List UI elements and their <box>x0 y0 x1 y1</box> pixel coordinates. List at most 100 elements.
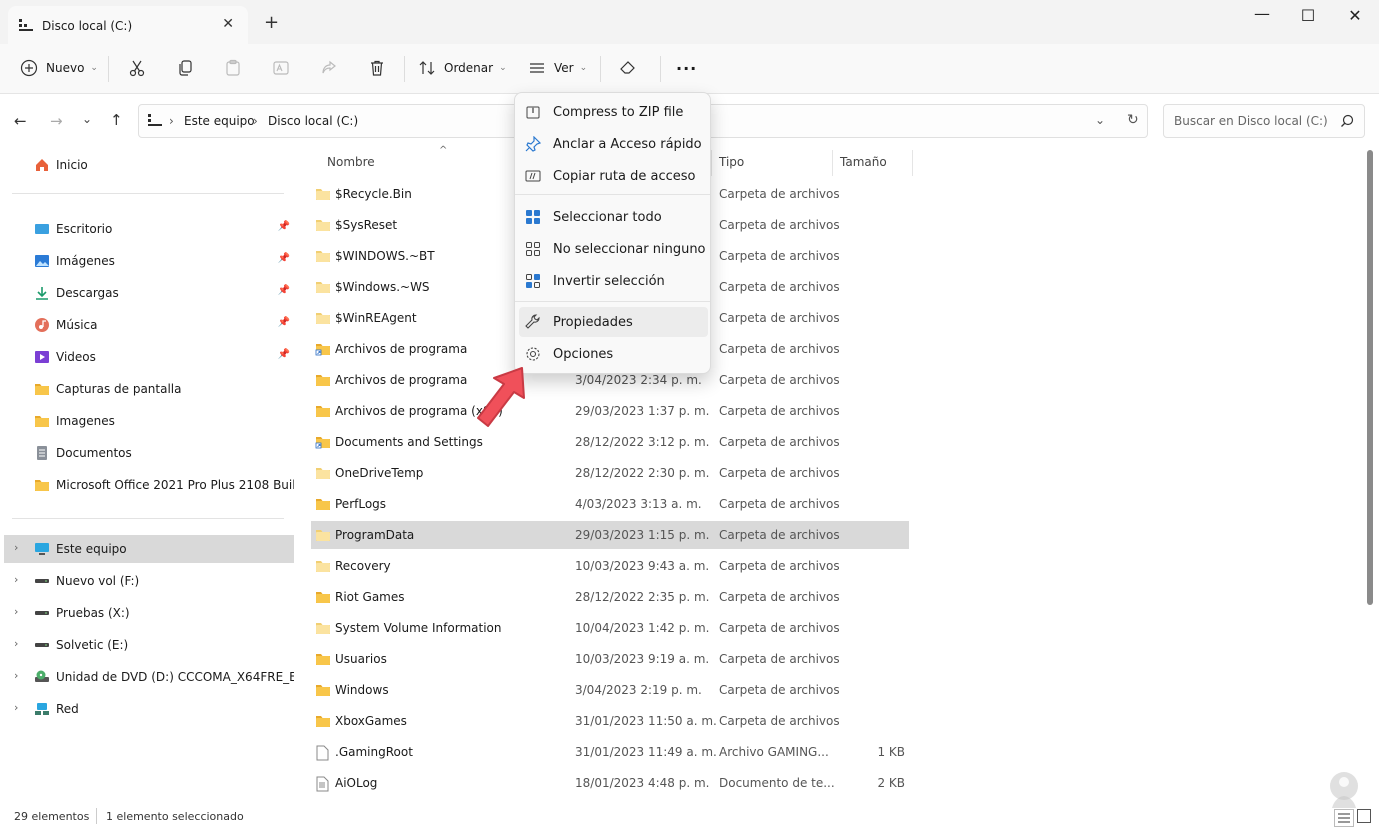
sidebar-item-3[interactable]: Música 📌 <box>10 311 294 339</box>
close-tab-icon[interactable]: ✕ <box>222 16 234 32</box>
forward-arrow-icon[interactable]: → <box>50 112 63 130</box>
search-input[interactable]: Buscar en Disco local (C:) <box>1163 104 1365 138</box>
copy-icon <box>176 59 194 77</box>
folder-icon <box>315 714 331 728</box>
file-row[interactable]: ProgramData 29/03/2023 1:15 p. m. Carpeta … <box>311 521 909 549</box>
sidebar-item-label: Documentos <box>56 446 132 460</box>
sidebar-item-0[interactable]: Escritorio 📌 <box>10 215 294 243</box>
pin-icon[interactable]: 📌 <box>278 253 290 264</box>
sidebar-device-5[interactable]: › Red <box>10 695 294 723</box>
sidebar-item-4[interactable]: Videos 📌 <box>10 343 294 371</box>
menu-item-compress-to-zip-file[interactable]: Compress to ZIP file <box>519 97 708 127</box>
sidebar-item-8[interactable]: Microsoft Office 2021 Pro Plus 2108 Buil… <box>10 471 294 499</box>
file-row[interactable]: XboxGames 31/01/2023 11:50 a. m. Carpeta d… <box>311 707 909 735</box>
cut-button[interactable] <box>128 44 146 92</box>
menu-item-copiar-ruta-de-acceso[interactable]: Copiar ruta de acceso <box>519 161 708 191</box>
sidebar-device-0[interactable]: › Este equipo <box>4 535 294 563</box>
sidebar-item-7[interactable]: Documentos <box>10 439 294 467</box>
file-type: Documento de te... <box>719 776 835 790</box>
scrollbar-thumb[interactable] <box>1367 150 1373 605</box>
zip-icon <box>525 104 541 120</box>
menu-item-invertir-selecci-n[interactable]: Invertir selección <box>519 266 708 296</box>
sort-button[interactable]: Ordenar ⌄ <box>418 44 507 92</box>
menu-item-no-seleccionar-ninguno[interactable]: No seleccionar ninguno <box>519 234 708 264</box>
pin-icon[interactable]: 📌 <box>278 285 290 296</box>
back-arrow-icon[interactable]: ← <box>14 112 27 130</box>
recent-chevron-icon[interactable]: ⌄ <box>82 112 92 126</box>
column-header-size[interactable]: Tamaño <box>840 155 887 169</box>
sidebar-item-5[interactable]: Capturas de pantalla <box>10 375 294 403</box>
chevron-right-icon[interactable]: › <box>14 669 18 682</box>
up-arrow-icon[interactable]: ↑ <box>110 111 123 129</box>
file-row[interactable]: System Volume Information 10/04/2023 1:42… <box>311 614 909 642</box>
menu-item-opciones[interactable]: Opciones <box>519 339 708 369</box>
sidebar-item-6[interactable]: Imagenes <box>10 407 294 435</box>
chevron-right-icon[interactable]: › <box>14 701 18 714</box>
sort-icon <box>418 59 436 77</box>
file-row[interactable]: Recovery 10/03/2023 9:43 a. m. Carpeta de … <box>311 552 909 580</box>
view-dropdown-menu: Compress to ZIP file Anclar a Acceso rápi… <box>514 92 711 374</box>
menu-item-propiedades[interactable]: Propiedades <box>519 307 708 337</box>
sidebar-item-home[interactable]: Inicio <box>10 151 294 179</box>
column-header-type[interactable]: Tipo <box>719 155 744 169</box>
folder-icon <box>34 381 50 397</box>
menu-item-seleccionar-todo[interactable]: Seleccionar todo <box>519 202 708 232</box>
file-type: Carpeta de archivos <box>719 404 840 418</box>
column-divider[interactable] <box>711 150 712 176</box>
more-options-button[interactable]: ··· <box>676 44 697 92</box>
menu-item-anclar-a-acceso-r-pido[interactable]: Anclar a Acceso rápido <box>519 129 708 159</box>
file-name: Documents and Settings <box>335 435 483 449</box>
file-row[interactable]: AiOLog 18/01/2023 4:48 p. m. Documento de … <box>311 769 909 797</box>
file-date: 10/03/2023 9:19 a. m. <box>575 652 710 666</box>
view-button[interactable]: Ver ⌄ <box>528 44 587 92</box>
sidebar-item-1[interactable]: Imágenes 📌 <box>10 247 294 275</box>
file-name: Riot Games <box>335 590 405 604</box>
file-row[interactable]: Riot Games 28/12/2022 2:35 p. m. Carpeta d… <box>311 583 909 611</box>
minimize-button[interactable]: — <box>1252 4 1272 23</box>
chevron-right-icon[interactable]: › <box>14 573 18 586</box>
refresh-icon[interactable]: ↻ <box>1127 112 1139 128</box>
maximize-button[interactable]: ☐ <box>1298 6 1318 25</box>
file-name: AiOLog <box>335 776 378 790</box>
file-type: Carpeta de archivos <box>719 218 840 232</box>
new-tab-button[interactable]: + <box>264 12 279 33</box>
file-row[interactable]: Documents and Settings 28/12/2022 3:12 p.… <box>311 428 909 456</box>
file-name: Windows <box>335 683 389 697</box>
pin-icon[interactable]: 📌 <box>278 349 290 360</box>
file-row[interactable]: Archivos de programa (x86) 29/03/2023 1:3… <box>311 397 909 425</box>
file-name: $WinREAgent <box>335 311 417 325</box>
filter-button[interactable] <box>618 44 636 92</box>
sidebar-device-label: Pruebas (X:) <box>56 606 130 620</box>
breadcrumb-este-equipo[interactable]: Este equipo <box>184 114 255 128</box>
file-row[interactable]: .GamingRoot 31/01/2023 11:49 a. m. Archivo… <box>311 738 909 766</box>
close-button[interactable]: ✕ <box>1345 6 1365 25</box>
column-divider[interactable] <box>912 150 913 176</box>
pin-icon[interactable]: 📌 <box>278 317 290 328</box>
breadcrumb-disco-local[interactable]: Disco local (C:) <box>268 114 358 128</box>
column-divider[interactable] <box>832 150 833 176</box>
chevron-right-icon[interactable]: › <box>14 605 18 618</box>
file-row[interactable]: Usuarios 10/03/2023 9:19 a. m. Carpeta de … <box>311 645 909 673</box>
new-button[interactable]: Nuevo ⌄ <box>20 44 98 92</box>
sidebar-device-1[interactable]: › Nuevo vol (F:) <box>10 567 294 595</box>
file-row[interactable]: Windows 3/04/2023 2:19 p. m. Carpeta de ar… <box>311 676 909 704</box>
sidebar-device-2[interactable]: › Pruebas (X:) <box>10 599 294 627</box>
copy-button[interactable] <box>176 44 194 92</box>
paste-button[interactable] <box>224 44 242 92</box>
folder-icon <box>34 413 50 429</box>
address-history-chevron-icon[interactable]: ⌄ <box>1095 113 1105 127</box>
delete-button[interactable] <box>368 44 386 92</box>
rename-button[interactable] <box>272 44 290 92</box>
tab-disco-local[interactable]: Disco local (C:) ✕ <box>8 6 248 46</box>
sidebar-item-2[interactable]: Descargas 📌 <box>10 279 294 307</box>
pin-icon[interactable]: 📌 <box>278 221 290 232</box>
file-row[interactable]: PerfLogs 4/03/2023 3:13 a. m. Carpeta de a… <box>311 490 909 518</box>
share-button[interactable] <box>320 44 338 92</box>
chevron-right-icon[interactable]: › <box>14 637 18 650</box>
sidebar-device-3[interactable]: › Solvetic (E:) <box>10 631 294 659</box>
column-header-name[interactable]: Nombre <box>327 155 375 169</box>
file-row[interactable]: OneDriveTemp 28/12/2022 2:30 p. m. Carpeta… <box>311 459 909 487</box>
sidebar-device-4[interactable]: › Unidad de DVD (D:) CCCOMA_X64FRE_ES-MX <box>10 663 294 691</box>
folder-icon <box>34 477 50 493</box>
chevron-right-icon[interactable]: › <box>14 541 18 554</box>
